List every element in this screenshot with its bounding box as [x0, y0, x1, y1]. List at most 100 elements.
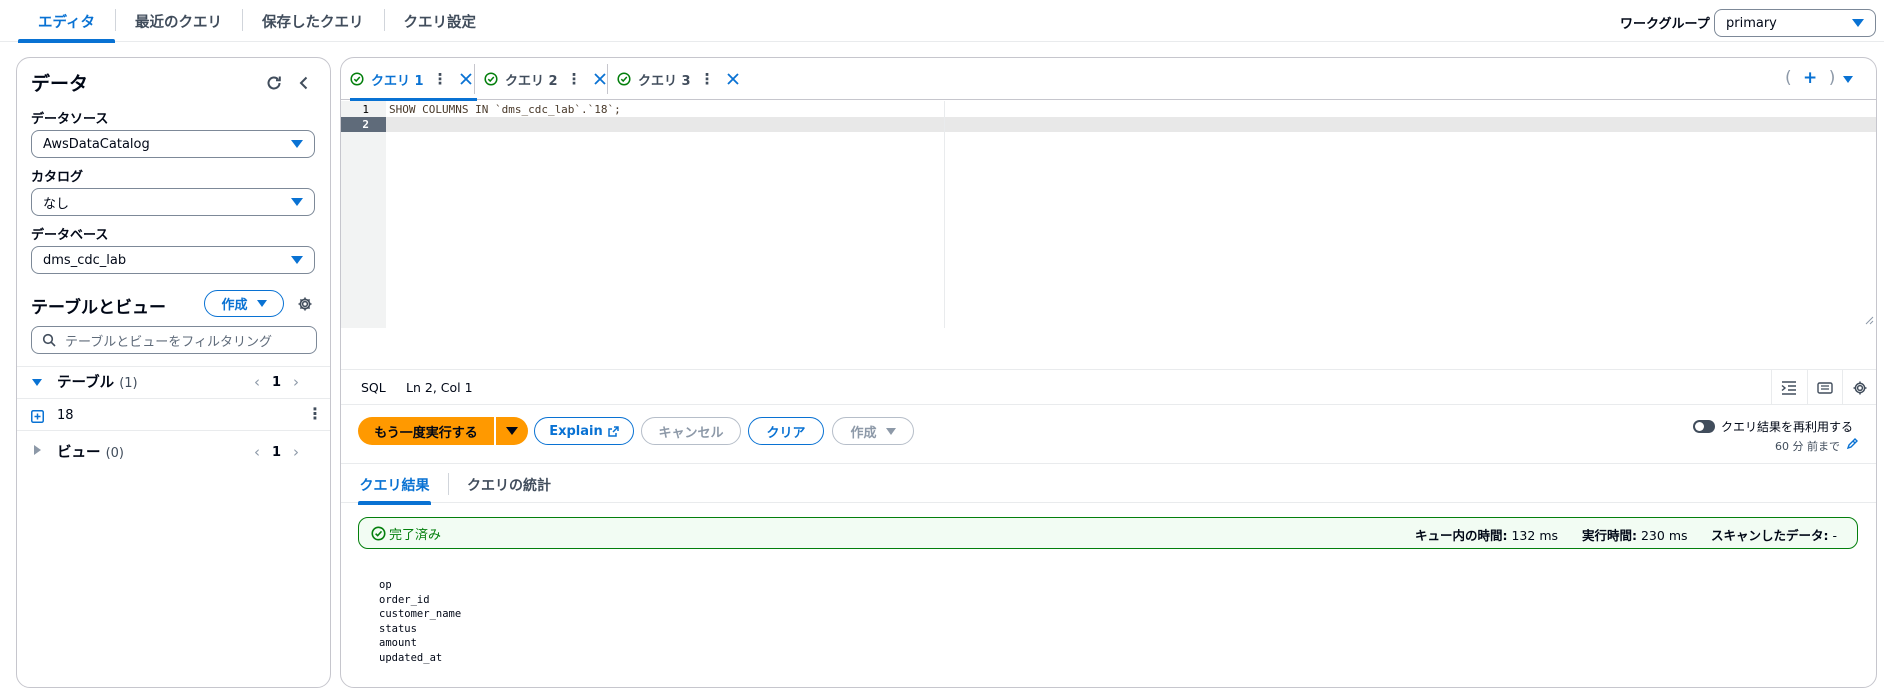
resize-handle-icon[interactable] — [1865, 316, 1874, 325]
query-tab-2[interactable]: クエリ 2 ⋮ — [484, 58, 606, 100]
gear-icon[interactable] — [1842, 370, 1876, 405]
tables-and-views-title: テーブルとビュー — [31, 298, 166, 318]
check-circle-icon — [371, 526, 386, 541]
tables-group-header[interactable]: テーブル (1) — [57, 371, 138, 392]
tables-count: (1) — [119, 376, 138, 391]
chevron-left-icon[interactable]: ‹ — [254, 373, 260, 391]
close-icon[interactable] — [593, 73, 606, 85]
tables-pagination: ‹ 1 › — [254, 373, 299, 391]
scanned-data-label: スキャンしたデータ: — [1711, 528, 1829, 543]
explain-button[interactable]: Explain — [534, 417, 634, 445]
table-actions-menu-icon[interactable]: ⋮ — [307, 404, 323, 423]
views-pagination: ‹ 1 › — [254, 443, 299, 461]
top-navigation: エディタ 最近のクエリ 保存したクエリ クエリ設定 ワークグループ primar… — [0, 0, 1884, 43]
edit-icon[interactable] — [1846, 438, 1858, 450]
queue-time: キュー内の時間: 132 ms — [1415, 525, 1558, 544]
database-value: dms_cdc_lab — [43, 252, 127, 268]
catalog-label: カタログ — [31, 170, 84, 185]
catalog-select[interactable]: なし — [31, 188, 315, 216]
data-panel: データ データソース AwsDataCatalog カタログ なし データベース… — [16, 57, 331, 688]
tab-saved-queries[interactable]: 保存したクエリ — [242, 0, 384, 42]
tab-editor[interactable]: エディタ — [18, 0, 115, 43]
table-filter-input[interactable]: テーブルとビューをフィルタリング — [31, 326, 317, 354]
data-source-value: AwsDataCatalog — [43, 136, 150, 152]
explain-label: Explain — [549, 423, 603, 439]
create-button[interactable]: 作成 — [832, 417, 914, 445]
tab-list-dropdown-icon[interactable] — [1843, 76, 1853, 83]
tables-expand-icon[interactable] — [31, 376, 43, 392]
data-panel-title: データ — [31, 73, 89, 95]
expand-table-icon[interactable] — [31, 410, 44, 427]
tab-menu-icon[interactable]: ⋮ — [433, 70, 448, 88]
collapse-panel-icon[interactable] — [293, 72, 315, 94]
run-options-dropdown[interactable] — [496, 417, 528, 445]
views-expand-icon[interactable] — [31, 444, 43, 460]
result-line: op — [379, 579, 392, 591]
views-label: ビュー — [57, 445, 101, 461]
print-margin — [944, 101, 945, 328]
run-time-label: 実行時間: — [1582, 528, 1637, 543]
create-label: 作成 — [850, 425, 877, 441]
views-group-header[interactable]: ビュー (0) — [57, 441, 124, 462]
query-tab-2-label: クエリ 2 — [505, 73, 558, 89]
table-item-18[interactable]: 18 — [57, 408, 74, 423]
caret-down-icon — [506, 427, 518, 435]
tab-query-settings[interactable]: クエリ設定 — [383, 0, 497, 42]
reuse-results-toggle[interactable] — [1693, 420, 1715, 433]
cancel-button[interactable]: キャンセル — [641, 417, 741, 445]
keyboard-icon[interactable] — [1807, 370, 1842, 405]
chevron-right-icon[interactable]: › — [293, 373, 299, 391]
run-again-button[interactable]: もう一度実行する — [358, 417, 494, 445]
sql-editor[interactable]: 1 2 SHOW COLUMNS IN `dms_cdc_lab`.`18`; — [341, 101, 1876, 328]
tab-recent-queries[interactable]: 最近のクエリ — [115, 0, 242, 42]
clear-button[interactable]: クリア — [748, 417, 824, 445]
create-label: 作成 — [221, 298, 248, 313]
gear-icon[interactable] — [294, 293, 316, 315]
tab-query-results[interactable]: クエリ結果 — [358, 464, 431, 505]
add-tab-group: ( + ) — [1785, 68, 1836, 88]
query-tab-3-label: クエリ 3 — [638, 73, 691, 89]
query-tabs: クエリ 1 ⋮ クエリ 2 ⋮ クエリ 3 ⋮ ( + ) — [341, 58, 1876, 101]
query-tab-1[interactable]: クエリ 1 ⋮ — [350, 58, 477, 101]
external-link-icon — [608, 425, 619, 437]
result-line: amount — [379, 637, 417, 649]
result-line: order_id — [379, 593, 430, 606]
close-icon[interactable] — [459, 73, 472, 85]
database-select[interactable]: dms_cdc_lab — [31, 246, 315, 274]
scanned-data: スキャンしたデータ: - — [1711, 525, 1837, 544]
views-page-number[interactable]: 1 — [272, 445, 281, 460]
line-number: 1 — [362, 103, 369, 116]
refresh-icon[interactable] — [263, 72, 285, 94]
status-success: 完了済み — [371, 524, 441, 543]
close-icon[interactable] — [726, 73, 739, 85]
tables-label: テーブル — [57, 375, 115, 391]
data-source-label: データソース — [31, 112, 109, 127]
caret-down-icon — [885, 427, 896, 435]
caret-down-icon — [291, 198, 303, 206]
tab-query-stats[interactable]: クエリの統計 — [467, 464, 551, 504]
query-tab-3[interactable]: クエリ 3 ⋮ — [617, 58, 739, 100]
workgroup-select[interactable]: primary — [1714, 9, 1876, 37]
add-query-tab-icon[interactable]: + — [1803, 68, 1817, 88]
search-icon — [42, 333, 56, 347]
editor-status-bar: SQL Ln 2, Col 1 — [341, 369, 1876, 405]
chevron-left-icon[interactable]: ‹ — [254, 443, 260, 461]
catalog-value: なし — [43, 196, 70, 212]
format-query-icon[interactable] — [1771, 370, 1806, 405]
tab-menu-icon[interactable]: ⋮ — [567, 70, 582, 88]
filter-placeholder: テーブルとビューをフィルタリング — [65, 334, 272, 350]
result-line: status — [379, 622, 417, 635]
queue-time-value: 132 ms — [1511, 528, 1559, 543]
caret-down-icon — [291, 256, 303, 264]
chevron-right-icon[interactable]: › — [293, 443, 299, 461]
cursor-position: Ln 2, Col 1 — [406, 380, 473, 395]
check-circle-icon — [484, 72, 498, 86]
line-gutter — [341, 101, 386, 328]
tab-menu-icon[interactable]: ⋮ — [700, 70, 715, 88]
tables-page-number[interactable]: 1 — [272, 375, 281, 390]
create-dropdown-button[interactable]: 作成 — [204, 290, 284, 317]
code-line-1[interactable]: SHOW COLUMNS IN `dms_cdc_lab`.`18`; — [389, 102, 621, 117]
check-circle-icon — [617, 72, 631, 86]
result-tabs: クエリ結果 クエリの統計 — [341, 463, 1876, 505]
data-source-select[interactable]: AwsDataCatalog — [31, 130, 315, 158]
